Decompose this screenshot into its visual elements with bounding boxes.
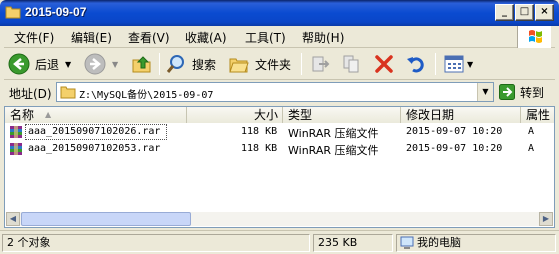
- horizontal-scrollbar[interactable]: ◀ ▶: [6, 212, 553, 226]
- computer-icon: [400, 236, 414, 249]
- toolbar-separator: [301, 53, 302, 75]
- menu-view[interactable]: 查看(V): [128, 29, 170, 46]
- maximize-button[interactable]: □: [515, 4, 534, 21]
- column-name[interactable]: 名称 ▲: [5, 107, 187, 123]
- list-header: 名称 ▲ 大小 类型 修改日期 属性: [5, 107, 554, 123]
- undo-icon: [407, 57, 424, 73]
- back-arrow-icon: [8, 53, 30, 75]
- file-list[interactable]: 名称 ▲ 大小 类型 修改日期 属性 aaa_20150907102026.ra…: [4, 106, 555, 228]
- forward-arrow-icon: [84, 53, 106, 75]
- folders-label: 文件夹: [255, 57, 292, 72]
- file-type: WinRAR 压缩文件: [288, 127, 379, 140]
- file-name: aaa_20150907102026.rar: [28, 126, 161, 137]
- menu-edit[interactable]: 编辑(E): [71, 29, 112, 46]
- file-type: WinRAR 压缩文件: [288, 144, 379, 157]
- address-label: 地址(D): [9, 87, 52, 101]
- go-button[interactable]: 转到: [499, 82, 553, 102]
- file-size: 118 KB: [241, 143, 278, 154]
- copy-to-button[interactable]: [341, 52, 363, 76]
- scrollbar-thumb[interactable]: [21, 212, 191, 226]
- folders-icon: [229, 58, 249, 73]
- windows-logo: [517, 26, 551, 48]
- views-button[interactable]: ▼: [443, 52, 473, 76]
- status-total-size: 235 KB: [313, 234, 393, 252]
- file-modified: 2015-09-07 10:20: [406, 143, 503, 154]
- chevron-down-icon[interactable]: ▼: [467, 60, 473, 69]
- title-bar[interactable]: 2015-09-07 _ □ ×: [0, 0, 559, 26]
- search-icon: [166, 55, 184, 73]
- chevron-down-icon: ▼: [482, 87, 489, 96]
- file-attributes: A: [528, 143, 535, 154]
- delete-icon: [375, 55, 393, 73]
- forward-button[interactable]: ▼: [84, 52, 118, 76]
- window-title: 2015-09-07: [25, 5, 87, 19]
- sort-up-icon: ▲: [45, 110, 52, 119]
- rar-archive-icon: [10, 126, 22, 138]
- chevron-down-icon[interactable]: ▼: [112, 60, 118, 69]
- folders-button[interactable]: 文件夹: [228, 52, 291, 76]
- file-size: 118 KB: [241, 126, 278, 137]
- file-modified: 2015-09-07 10:20: [406, 126, 503, 137]
- move-to-button[interactable]: [309, 52, 331, 76]
- back-button[interactable]: 后退 ▼: [8, 52, 71, 76]
- toolbar-separator: [159, 53, 160, 75]
- close-button[interactable]: ×: [535, 4, 554, 21]
- address-dropdown-button[interactable]: ▼: [477, 83, 493, 101]
- menu-file[interactable]: 文件(F): [14, 29, 54, 46]
- menu-bar: 文件(F) 编辑(E) 查看(V) 收藏(A) 工具(T) 帮助(H): [4, 26, 555, 48]
- address-value: Z:\MySQL备份\2015-09-07: [79, 90, 214, 101]
- scroll-left-button[interactable]: ◀: [6, 212, 20, 226]
- menu-tools[interactable]: 工具(T): [245, 29, 286, 46]
- menu-help[interactable]: 帮助(H): [302, 29, 344, 46]
- up-folder-icon: [132, 56, 151, 73]
- table-row[interactable]: aaa_20150907102026.rar 118 KB WinRAR 压缩文…: [5, 124, 554, 140]
- up-folder-button[interactable]: [131, 52, 153, 76]
- scroll-right-button[interactable]: ▶: [539, 212, 553, 226]
- status-bar: 2 个对象 235 KB 我的电脑: [0, 230, 559, 254]
- minimize-button[interactable]: _: [495, 4, 514, 21]
- file-attributes: A: [528, 126, 535, 137]
- go-arrow-icon: [499, 84, 515, 100]
- search-button[interactable]: 搜索: [165, 52, 216, 76]
- folder-icon: [5, 6, 21, 19]
- column-modified[interactable]: 修改日期: [401, 107, 521, 123]
- folder-icon: [60, 86, 76, 99]
- column-attributes[interactable]: 属性: [521, 107, 554, 123]
- address-input[interactable]: Z:\MySQL备份\2015-09-07 ▼: [56, 82, 494, 102]
- status-object-count: 2 个对象: [2, 234, 310, 252]
- toolbar-separator: [435, 53, 436, 75]
- status-location: 我的电脑: [396, 234, 556, 252]
- chevron-down-icon[interactable]: ▼: [65, 60, 71, 69]
- address-bar: 地址(D) Z:\MySQL备份\2015-09-07 ▼ 转到: [4, 80, 555, 104]
- column-type[interactable]: 类型: [283, 107, 401, 123]
- toolbar: 后退 ▼ ▼ 搜索 文件夹 ▼: [4, 48, 555, 80]
- file-name: aaa_20150907102053.rar: [28, 143, 161, 154]
- search-label: 搜索: [192, 57, 217, 72]
- copy-to-icon: [343, 55, 359, 73]
- go-label: 转到: [520, 85, 545, 100]
- back-label: 后退: [35, 57, 60, 72]
- table-row[interactable]: aaa_20150907102053.rar 118 KB WinRAR 压缩文…: [5, 141, 554, 157]
- column-size[interactable]: 大小: [187, 107, 283, 123]
- undo-button[interactable]: [405, 52, 427, 76]
- delete-button[interactable]: [373, 52, 395, 76]
- menu-favorites[interactable]: 收藏(A): [185, 29, 227, 46]
- views-icon: [444, 55, 464, 73]
- rar-archive-icon: [10, 143, 22, 155]
- move-to-icon: [312, 56, 330, 72]
